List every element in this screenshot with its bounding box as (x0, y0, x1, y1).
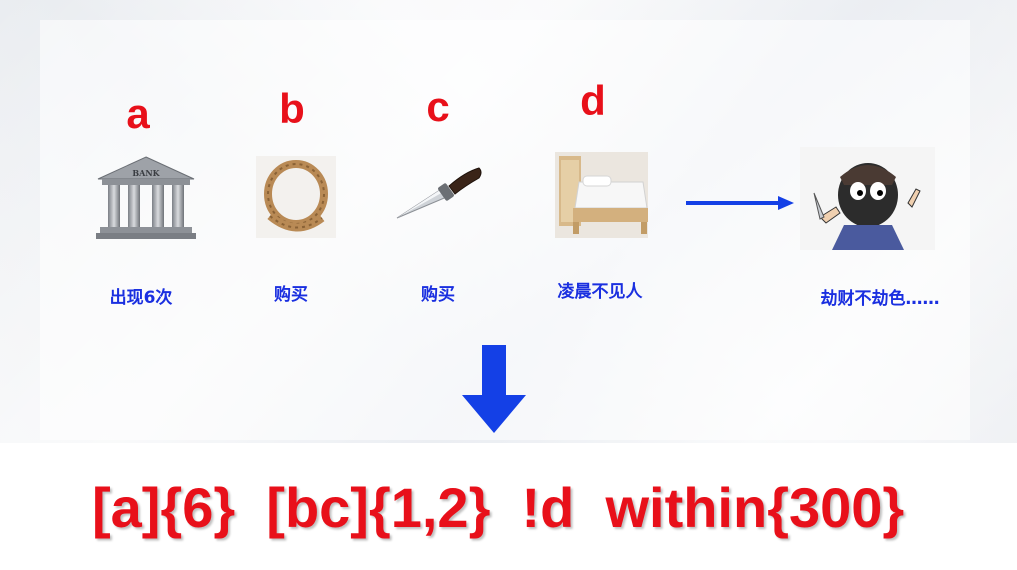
pattern-formula: [a]{6} [bc]{1,2} !d within{300} (92, 476, 905, 539)
down-arrow (462, 345, 526, 433)
rope-icon (256, 156, 336, 238)
result-caption: 劫财不劫色…… (820, 289, 940, 309)
event-caption-c: 购买 (421, 285, 455, 305)
bed-icon (555, 152, 648, 238)
event-caption-a: 出现6次 (109, 288, 173, 308)
event-letter-c: c (426, 83, 450, 130)
event-caption-b: 购买 (274, 285, 308, 305)
bank-icon: BANK (96, 155, 196, 240)
bank-sign-text: BANK (132, 168, 160, 178)
event-letter-a: a (126, 90, 150, 137)
event-caption-d: 凌晨不见人 (557, 282, 643, 302)
robber-icon (800, 147, 935, 250)
right-arrow (686, 195, 796, 210)
event-letter-d: d (580, 77, 606, 124)
knife-icon (395, 160, 485, 222)
event-letter-b: b (279, 85, 305, 132)
